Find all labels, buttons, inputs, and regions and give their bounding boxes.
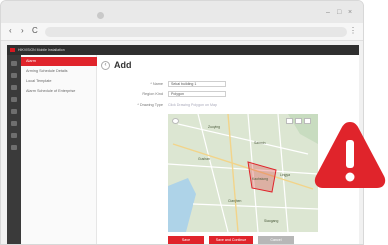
menu-item-alarm-schedule[interactable]: Alarm Schedule of Enterprise <box>21 87 97 96</box>
map-view[interactable]: Zuoying Sanmin Gushan Kaohsiung Lingya C… <box>168 114 318 232</box>
map-label-kaohsiung: Kaohsiung <box>252 177 268 181</box>
browser-menu-icon[interactable]: ⋮ <box>349 26 357 35</box>
home-icon[interactable] <box>11 61 17 66</box>
device-icon[interactable] <box>11 73 17 78</box>
map-zoom-in-icon[interactable] <box>286 118 293 124</box>
list-icon[interactable] <box>11 85 17 90</box>
person-icon[interactable] <box>11 97 17 102</box>
shield-icon[interactable] <box>11 109 17 114</box>
menu-item-alarm[interactable]: Alarm <box>21 57 97 66</box>
settings-icon[interactable] <box>11 145 17 150</box>
app-window: HIKVISION Mobile Installation Alarm Armi… <box>7 45 359 244</box>
tab-strip: – □ × <box>1 1 363 23</box>
forward-icon[interactable]: › <box>21 26 24 36</box>
address-bar[interactable] <box>45 27 347 37</box>
icon-rail <box>7 55 21 244</box>
map-label-lingya: Lingya <box>280 173 290 177</box>
drawing-hint: Click Drawing Polygon on Map <box>168 103 217 107</box>
warning-icon <box>314 122 386 188</box>
back-icon[interactable]: ‹ <box>9 26 12 36</box>
browser-window: – □ × ‹ › C ⋮ HIKVISION Mobile Installat… <box>0 0 364 245</box>
browser-toolbar: ‹ › C ⋮ <box>1 23 363 41</box>
map-layers-icon[interactable] <box>304 118 311 124</box>
menu-item-local-template[interactable]: Local Template <box>21 77 97 86</box>
alarm-icon[interactable] <box>11 121 17 126</box>
draw-pen-icon[interactable] <box>172 118 179 124</box>
map-label-zuoying: Zuoying <box>208 125 220 129</box>
map-zoom-out-icon[interactable] <box>295 118 302 124</box>
app-title: HIKVISION Mobile Installation <box>18 48 65 52</box>
close-button[interactable]: × <box>348 9 352 16</box>
map-label-cianjhen: Cianjhen <box>228 199 241 203</box>
map-label-siaogang: Siaogang <box>264 219 278 223</box>
menu-item-arming-schedule[interactable]: Arming Schedule Details <box>21 67 97 76</box>
save-button[interactable]: Save <box>168 236 204 244</box>
region-kind-select[interactable]: Polygon <box>168 91 226 97</box>
page-title: Add <box>114 60 132 70</box>
cancel-button[interactable]: Cancel <box>258 236 294 244</box>
logo-icon <box>10 48 15 52</box>
name-label: * Name <box>150 82 163 86</box>
new-tab-button[interactable] <box>97 12 104 19</box>
region-kind-label: Region Kind <box>142 92 163 96</box>
page: { "browser": { "back": "‹", "forward": "… <box>0 0 388 245</box>
minimize-button[interactable]: – <box>326 9 330 16</box>
drawing-type-label: * Drawing Type <box>137 103 163 107</box>
name-field[interactable]: Sekai building 1 <box>168 81 226 87</box>
map-label-sanmin: Sanmin <box>254 141 266 145</box>
reload-icon[interactable]: C <box>32 26 38 36</box>
chart-icon[interactable] <box>11 133 17 138</box>
maximize-button[interactable]: □ <box>337 9 341 16</box>
app-header: HIKVISION Mobile Installation <box>7 45 359 55</box>
map-label-gushan: Gushan <box>198 157 210 161</box>
save-continue-button[interactable]: Save and Continue <box>209 236 253 244</box>
side-menu: Alarm Arming Schedule Details Local Temp… <box>21 55 97 244</box>
back-button[interactable]: ‹ <box>101 61 110 70</box>
map-canvas: Zuoying Sanmin Gushan Kaohsiung Lingya C… <box>168 114 318 232</box>
